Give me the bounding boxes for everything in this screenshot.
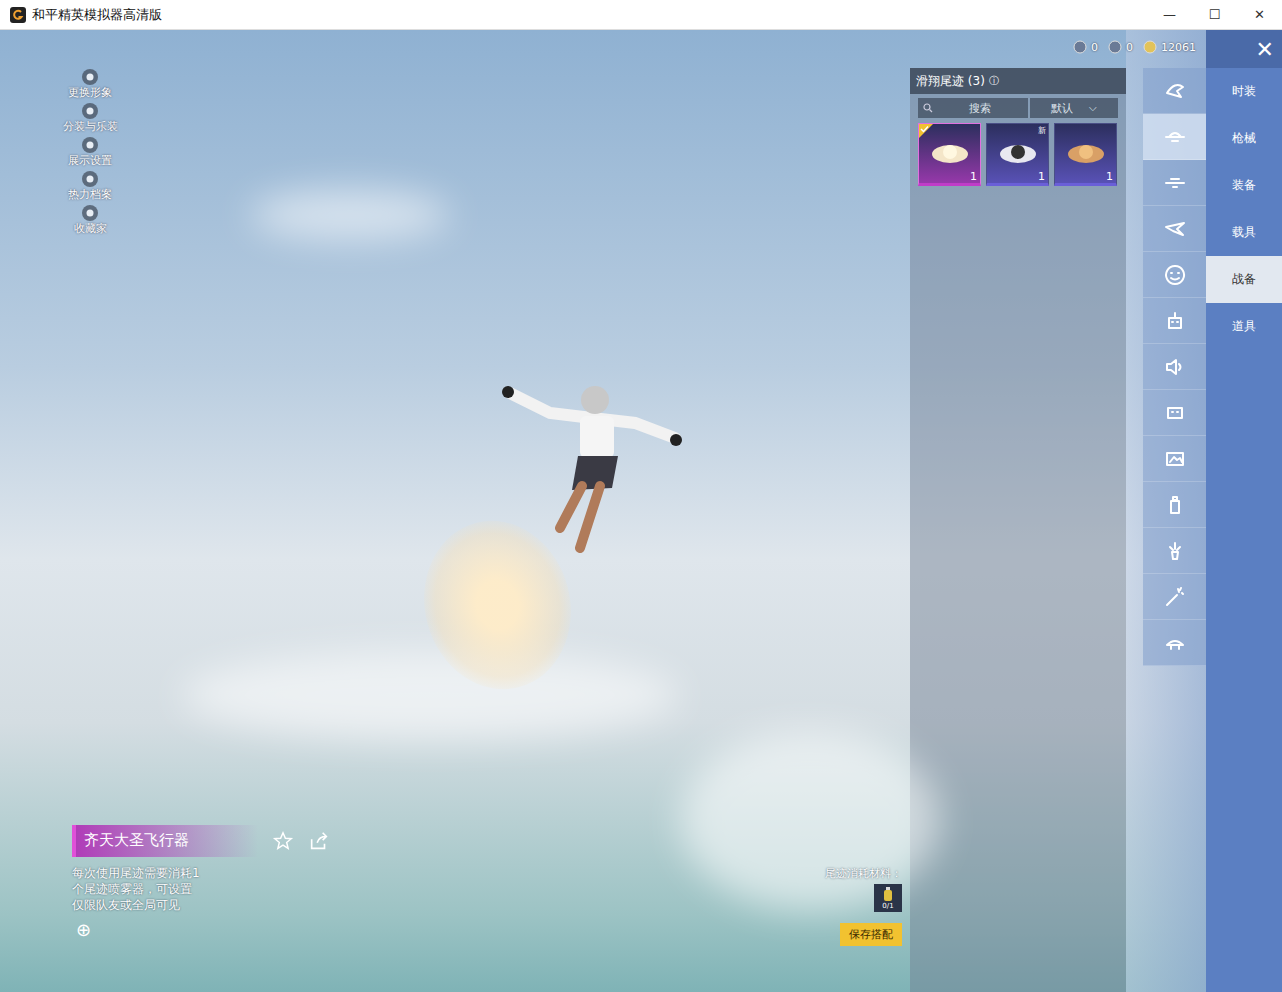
game-screen: 更换形象分装与乐装展示设置热力档案收藏家齐天大圣飞行器每次使用尾迹需要消耗1个尾… — [0, 30, 1282, 992]
subcategory-tab[interactable] — [1143, 160, 1206, 206]
subcategory-tab[interactable] — [1143, 436, 1206, 482]
item-grid: 1新11 — [918, 123, 1118, 186]
subcategory-tab[interactable] — [1143, 574, 1206, 620]
subcategory-icon — [1163, 539, 1187, 563]
item-card[interactable]: 1 — [1054, 123, 1117, 186]
side-menu-icon — [81, 136, 99, 154]
currency: 0 — [1108, 40, 1133, 54]
subcategory-tab[interactable] — [1143, 68, 1206, 114]
side-menu-item[interactable]: 更换形象 — [55, 68, 125, 100]
material-label: 尾迹消耗材料： — [825, 866, 902, 881]
side-menu-item[interactable]: 热力档案 — [55, 170, 125, 202]
new-badge: 新 — [1038, 125, 1046, 136]
item-name: 齐天大圣飞行器 — [72, 825, 258, 857]
category-tabs: ✕ 时装枪械装备载具战备道具 — [1206, 30, 1282, 992]
expand-button[interactable]: ⊕ — [76, 919, 91, 940]
subcategory-icon — [1163, 493, 1187, 517]
category-tab[interactable]: 道具 — [1206, 303, 1282, 350]
coin-icon — [1108, 40, 1122, 54]
item-count: 1 — [970, 170, 977, 183]
subcategory-tab[interactable] — [1143, 620, 1206, 666]
category-tab[interactable]: 装备 — [1206, 162, 1282, 209]
material-item[interactable]: 0/1 — [874, 884, 902, 912]
subcategory-icon — [1163, 447, 1187, 471]
trail-panel: 滑翔尾迹 (3)ⓘ搜索默认⌵1新11 — [910, 68, 1126, 992]
subcategory-icon — [1163, 355, 1187, 379]
material-area: 尾迹消耗材料： 0/1 保存搭配 — [825, 866, 902, 946]
selected-check-icon — [919, 124, 933, 138]
coin-icon — [1143, 40, 1157, 54]
subcategory-tab[interactable] — [1143, 390, 1206, 436]
subcategory-tab[interactable] — [1143, 528, 1206, 574]
scene: 更换形象分装与乐装展示设置热力档案收藏家齐天大圣飞行器每次使用尾迹需要消耗1个尾… — [0, 30, 910, 992]
item-card[interactable]: 1 — [918, 123, 981, 186]
subcategory-tab[interactable] — [1143, 206, 1206, 252]
side-menu-item[interactable]: 收藏家 — [55, 204, 125, 236]
subcategory-icon — [1163, 631, 1187, 655]
item-thumbnail-icon — [995, 134, 1041, 174]
item-card[interactable]: 新1 — [986, 123, 1049, 186]
spray-can-icon — [881, 886, 895, 902]
item-description: 每次使用尾迹需要消耗1个尾迹喷雾器，可设置仅限队友或全局可见 — [72, 865, 352, 913]
coin-icon — [1073, 40, 1087, 54]
item-detail: 齐天大圣飞行器每次使用尾迹需要消耗1个尾迹喷雾器，可设置仅限队友或全局可见 ⊕ — [72, 825, 352, 940]
subcategory-tab[interactable] — [1143, 298, 1206, 344]
save-button[interactable]: 保存搭配 — [840, 923, 902, 946]
subcategory-icon — [1163, 79, 1187, 103]
sort-dropdown[interactable]: 默认⌵ — [1030, 98, 1118, 118]
subcategory-icon — [1163, 401, 1187, 425]
cloud — [680, 730, 940, 910]
close-button[interactable]: ✕ — [1256, 37, 1274, 62]
subcategory-tab[interactable] — [1143, 344, 1206, 390]
category-tab[interactable]: 战备 — [1206, 256, 1282, 303]
subcategory-icon — [1163, 171, 1187, 195]
window-control-button[interactable]: ☐ — [1192, 7, 1237, 22]
currency-bar: 00 12061 — [1073, 40, 1196, 54]
side-menu-icon — [81, 102, 99, 120]
subcategory-icon — [1163, 217, 1187, 241]
subcategory-icon — [1163, 309, 1187, 333]
window-control-button[interactable]: ✕ — [1237, 7, 1282, 22]
side-menu-item[interactable]: 展示设置 — [55, 136, 125, 168]
app-logo-icon — [10, 7, 26, 23]
side-menu-icon — [81, 204, 99, 222]
item-thumbnail-icon — [927, 134, 973, 174]
cloud — [250, 190, 450, 240]
window-title: 和平精英模拟器高清版 — [32, 6, 162, 24]
subcategory-icon — [1163, 263, 1187, 287]
panel-header: 滑翔尾迹 (3)ⓘ — [910, 68, 1126, 94]
currency: 0 — [1073, 40, 1098, 54]
side-menu: 更换形象分装与乐装展示设置热力档案收藏家 — [55, 68, 125, 236]
category-tab[interactable]: 枪械 — [1206, 115, 1282, 162]
subcategory-icon — [1163, 585, 1187, 609]
subcategory-tab[interactable] — [1143, 114, 1206, 160]
subcategory-tab[interactable] — [1143, 252, 1206, 298]
item-count: 1 — [1106, 170, 1113, 183]
title-bar: 和平精英模拟器高清版 —☐✕ — [0, 0, 1282, 30]
search-icon — [923, 103, 933, 113]
category-tab[interactable]: 载具 — [1206, 209, 1282, 256]
share-icon[interactable] — [308, 830, 330, 852]
side-menu-icon — [81, 170, 99, 188]
window-controls: —☐✕ — [1147, 7, 1282, 22]
search-field[interactable]: 搜索 — [918, 98, 1028, 118]
info-button[interactable]: ⓘ — [989, 74, 999, 88]
subcategory-icon — [1163, 125, 1187, 149]
item-count: 1 — [1038, 170, 1045, 183]
window-control-button[interactable]: — — [1147, 7, 1192, 22]
side-menu-icon — [81, 68, 99, 86]
currency: 12061 — [1143, 40, 1196, 54]
favorite-star-icon[interactable] — [272, 830, 294, 852]
cloud — [180, 650, 680, 740]
character-figure[interactable] — [500, 378, 690, 578]
category-tab[interactable]: 时装 — [1206, 68, 1282, 115]
side-menu-item[interactable]: 分装与乐装 — [55, 102, 125, 134]
subcategory-tabs — [1126, 30, 1206, 992]
emulator-window: 和平精英模拟器高清版—☐✕更换形象分装与乐装展示设置热力档案收藏家齐天大圣飞行器… — [0, 0, 1282, 992]
item-thumbnail-icon — [1063, 134, 1109, 174]
subcategory-tab[interactable] — [1143, 482, 1206, 528]
